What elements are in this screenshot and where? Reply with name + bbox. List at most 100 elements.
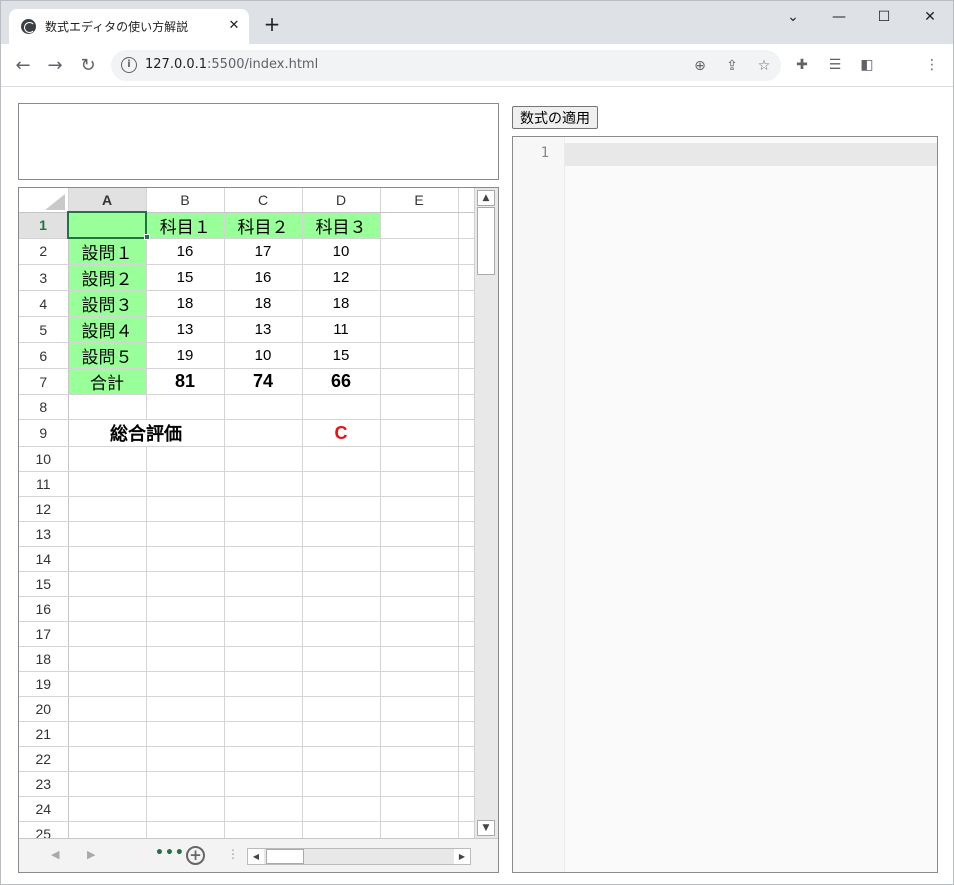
- scroll-left-icon[interactable]: ◀: [248, 849, 264, 864]
- cell-e7[interactable]: [380, 368, 459, 395]
- row-header[interactable]: 14: [19, 546, 69, 572]
- cell-a3[interactable]: 設問２: [68, 264, 147, 291]
- column-header-b[interactable]: B: [146, 188, 225, 213]
- cell-c17[interactable]: [224, 621, 303, 647]
- cell-c1[interactable]: 科目２: [224, 212, 303, 239]
- cell-f10[interactable]: [458, 446, 475, 472]
- cell-d14[interactable]: [302, 546, 381, 572]
- row-header[interactable]: 9: [19, 419, 69, 447]
- prev-sheet-icon[interactable]: ◀: [51, 848, 59, 861]
- cell-e6[interactable]: [380, 342, 459, 369]
- cell-e11[interactable]: [380, 471, 459, 497]
- cell-b3[interactable]: 15: [146, 264, 225, 291]
- cell-b23[interactable]: [146, 771, 225, 797]
- cell-b19[interactable]: [146, 671, 225, 697]
- side-panel-icon[interactable]: ◧: [856, 54, 878, 76]
- row-header[interactable]: 10: [19, 446, 69, 472]
- cell-f24[interactable]: [458, 796, 475, 822]
- formula-code-editor[interactable]: 1: [512, 136, 938, 873]
- row-header[interactable]: 17: [19, 621, 69, 647]
- cell-a21[interactable]: [68, 721, 147, 747]
- cell-d22[interactable]: [302, 746, 381, 772]
- cell-d15[interactable]: [302, 571, 381, 597]
- cell-a23[interactable]: [68, 771, 147, 797]
- cell-a5[interactable]: 設問４: [68, 316, 147, 343]
- row-header[interactable]: 23: [19, 771, 69, 797]
- cell-f3[interactable]: [458, 264, 475, 291]
- cell-d8[interactable]: [302, 394, 381, 420]
- cell-a4[interactable]: 設問３: [68, 290, 147, 317]
- cell-e12[interactable]: [380, 496, 459, 522]
- row-header[interactable]: 4: [19, 290, 69, 317]
- cell-a14[interactable]: [68, 546, 147, 572]
- cell-b8[interactable]: [146, 394, 225, 420]
- row-header[interactable]: 24: [19, 796, 69, 822]
- splitter-handle-icon[interactable]: ⋮: [227, 847, 239, 861]
- cell-e15[interactable]: [380, 571, 459, 597]
- cell-c21[interactable]: [224, 721, 303, 747]
- row-header[interactable]: 15: [19, 571, 69, 597]
- cell-f1[interactable]: [458, 212, 475, 239]
- vertical-scrollbar[interactable]: ▲ ▼: [474, 188, 498, 838]
- cell-d3[interactable]: 12: [302, 264, 381, 291]
- cell-a18[interactable]: [68, 646, 147, 672]
- cell-d18[interactable]: [302, 646, 381, 672]
- cell-f8[interactable]: [458, 394, 475, 420]
- fill-handle[interactable]: [144, 234, 150, 240]
- cell-f18[interactable]: [458, 646, 475, 672]
- cell-c11[interactable]: [224, 471, 303, 497]
- cell-d2[interactable]: 10: [302, 238, 381, 265]
- next-sheet-icon[interactable]: ▶: [87, 848, 95, 861]
- cell-f17[interactable]: [458, 621, 475, 647]
- row-header[interactable]: 2: [19, 238, 69, 265]
- tab-search-icon[interactable]: ⌄: [779, 7, 807, 27]
- cell-d4[interactable]: 18: [302, 290, 381, 317]
- cell-f14[interactable]: [458, 546, 475, 572]
- cell-b10[interactable]: [146, 446, 225, 472]
- cell-e3[interactable]: [380, 264, 459, 291]
- cell-f4[interactable]: [458, 290, 475, 317]
- row-header[interactable]: 12: [19, 496, 69, 522]
- column-header-a[interactable]: A: [68, 188, 147, 213]
- cell-c15[interactable]: [224, 571, 303, 597]
- cell-f23[interactable]: [458, 771, 475, 797]
- cell-d5[interactable]: 11: [302, 316, 381, 343]
- column-header-e[interactable]: E: [380, 188, 459, 213]
- row-header[interactable]: 1: [19, 212, 69, 239]
- row-header[interactable]: 19: [19, 671, 69, 697]
- cell-d10[interactable]: [302, 446, 381, 472]
- new-tab-icon[interactable]: +: [261, 13, 283, 35]
- add-sheet-icon[interactable]: +: [186, 846, 205, 865]
- cell-f19[interactable]: [458, 671, 475, 697]
- cell-d6[interactable]: 15: [302, 342, 381, 369]
- maximize-icon[interactable]: ☐: [870, 7, 898, 27]
- cell-f7[interactable]: [458, 368, 475, 395]
- cell-a15[interactable]: [68, 571, 147, 597]
- cell-e5[interactable]: [380, 316, 459, 343]
- cell-d1[interactable]: 科目３: [302, 212, 381, 239]
- scroll-right-icon[interactable]: ▶: [454, 849, 470, 864]
- media-control-icon[interactable]: ☰: [824, 54, 846, 76]
- cell-e24[interactable]: [380, 796, 459, 822]
- cell-a19[interactable]: [68, 671, 147, 697]
- cell-e2[interactable]: [380, 238, 459, 265]
- address-bar[interactable]: i 127.0.0.1:5500/index.html ⊕ ⇪ ☆: [111, 50, 781, 81]
- browser-tab[interactable]: 数式エディタの使い方解説 ✕: [9, 9, 249, 44]
- cell-d24[interactable]: [302, 796, 381, 822]
- cell-d16[interactable]: [302, 596, 381, 622]
- cell-e14[interactable]: [380, 546, 459, 572]
- cell-a20[interactable]: [68, 696, 147, 722]
- cell-f5[interactable]: [458, 316, 475, 343]
- scroll-up-icon[interactable]: ▲: [477, 190, 495, 206]
- extensions-icon[interactable]: ✚: [791, 54, 813, 76]
- cell-b16[interactable]: [146, 596, 225, 622]
- row-header[interactable]: 5: [19, 316, 69, 343]
- cell-b1[interactable]: 科目１: [146, 212, 225, 239]
- close-tab-icon[interactable]: ✕: [225, 17, 243, 35]
- cell-f12[interactable]: [458, 496, 475, 522]
- horizontal-scroll-thumb[interactable]: [266, 849, 304, 864]
- cell-b21[interactable]: [146, 721, 225, 747]
- cell-d19[interactable]: [302, 671, 381, 697]
- cell-d9[interactable]: C: [302, 419, 381, 447]
- cell-a24[interactable]: [68, 796, 147, 822]
